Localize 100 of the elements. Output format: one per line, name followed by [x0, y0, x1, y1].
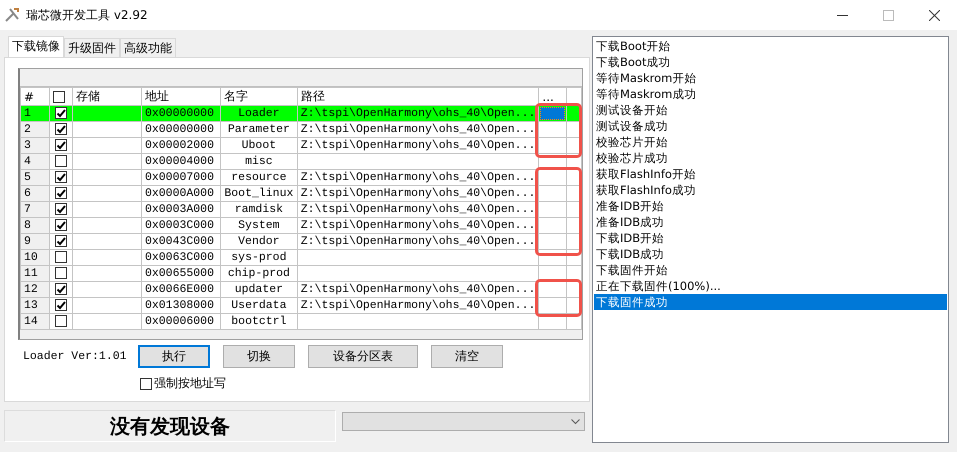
log-entry[interactable]: 准备IDB成功 — [594, 214, 947, 230]
tab[interactable]: 高级功能 — [120, 38, 176, 57]
name-cell: misc — [245, 155, 273, 168]
checkbox-label: 强制按地址写 — [154, 375, 226, 392]
row-number: 6 — [24, 187, 31, 200]
row-checkbox[interactable] — [55, 138, 68, 151]
row-checkbox[interactable] — [55, 314, 68, 327]
log-entry[interactable]: 下载固件开始 — [594, 262, 947, 278]
tools-icon — [4, 7, 20, 23]
row-number: 7 — [24, 203, 31, 216]
row-number: 12 — [24, 283, 38, 296]
row-number: 4 — [24, 155, 31, 168]
row-number: 1 — [24, 107, 31, 120]
name-cell: resource — [231, 171, 286, 184]
path-cell: Z:\tspi\OpenHarmony\ohs_40\Open... — [300, 171, 536, 184]
row-checkbox[interactable] — [55, 170, 68, 183]
column-header: ... — [542, 90, 554, 104]
address-cell: 0x0000A000 — [144, 187, 214, 200]
row-number: 10 — [24, 251, 38, 264]
name-cell: Uboot — [242, 139, 276, 152]
row-checkbox[interactable] — [55, 266, 68, 279]
name-cell: Userdata — [231, 299, 286, 312]
chevron-down-icon — [571, 418, 580, 424]
log-entry[interactable]: 测试设备成功 — [594, 118, 947, 134]
address-cell: 0x00007000 — [144, 171, 214, 184]
path-cell: Z:\tspi\OpenHarmony\ohs_40\Open... — [300, 123, 536, 136]
select-all-checkbox[interactable] — [53, 91, 66, 104]
action-button[interactable]: 设备分区表 — [308, 345, 418, 368]
action-button[interactable]: 执行 — [138, 345, 210, 368]
column-header: 名字 — [224, 89, 248, 103]
name-cell: sys-prod — [231, 251, 286, 264]
loader-version: Loader Ver:1.01 — [23, 350, 128, 363]
row-number: 13 — [24, 299, 38, 312]
log-entry[interactable]: 下载Boot成功 — [594, 54, 947, 70]
name-cell: Boot_linux — [224, 187, 294, 200]
row-number: 3 — [24, 139, 31, 152]
path-cell: Z:\tspi\OpenHarmony\ohs_40\Open... — [300, 187, 536, 200]
path-cell: Z:\tspi\OpenHarmony\ohs_40\Open... — [300, 107, 536, 120]
path-cell: Z:\tspi\OpenHarmony\ohs_40\Open... — [300, 203, 536, 216]
row-checkbox[interactable] — [55, 250, 68, 263]
row-checkbox[interactable] — [55, 218, 68, 231]
log-entry[interactable]: 等待Maskrom开始 — [594, 70, 947, 86]
row-checkbox[interactable] — [55, 234, 68, 247]
row-number: 11 — [24, 267, 38, 280]
log-entry[interactable]: 下载IDB开始 — [594, 230, 947, 246]
action-button[interactable]: 清空 — [431, 345, 503, 368]
log-entry[interactable]: 下载固件成功 — [594, 294, 947, 310]
action-button[interactable]: 切换 — [223, 345, 295, 368]
log-entry[interactable]: 校验芯片成功 — [594, 150, 947, 166]
path-cell: Z:\tspi\OpenHarmony\ohs_40\Open... — [300, 139, 536, 152]
column-header: 存储 — [76, 89, 100, 103]
log-entry[interactable]: 准备IDB开始 — [594, 198, 947, 214]
address-cell: 0x0063C000 — [144, 251, 214, 264]
row-checkbox[interactable] — [55, 282, 68, 295]
address-cell: 0x00655000 — [144, 267, 214, 280]
name-cell: updater — [234, 283, 284, 296]
path-cell: Z:\tspi\OpenHarmony\ohs_40\Open... — [300, 219, 536, 232]
row-checkbox[interactable] — [55, 122, 68, 135]
column-header: 地址 — [144, 89, 169, 103]
address-cell: 0x00006000 — [144, 315, 214, 328]
row-number: 8 — [24, 219, 31, 232]
address-cell: 0x0066E000 — [144, 283, 214, 296]
close-icon — [928, 10, 940, 20]
force-write-checkbox[interactable] — [140, 378, 152, 390]
name-cell: Parameter — [228, 123, 290, 136]
address-cell: 0x0003C000 — [144, 219, 214, 232]
tab[interactable]: 升级固件 — [64, 38, 120, 57]
address-cell: 0x00000000 — [144, 107, 214, 120]
address-cell: 0x00000000 — [144, 123, 214, 136]
log-entry[interactable]: 正在下载固件(100%)... — [594, 278, 947, 294]
focused-cell — [540, 107, 565, 120]
path-cell: Z:\tspi\OpenHarmony\ohs_40\Open... — [300, 283, 536, 296]
name-cell: bootctrl — [231, 315, 286, 328]
log-entry[interactable]: 下载IDB成功 — [594, 246, 947, 262]
window-title: 瑞芯微开发工具 v2.92 — [26, 6, 149, 24]
row-number: 9 — [24, 235, 31, 248]
row-checkbox[interactable] — [55, 298, 68, 311]
maximize-icon — [882, 10, 894, 20]
row-checkbox[interactable] — [55, 154, 68, 167]
address-cell: 0x00002000 — [144, 139, 214, 152]
tab[interactable]: 下载镜像 — [8, 36, 64, 57]
address-cell: 0x0003A000 — [144, 203, 214, 216]
log-entry[interactable]: 下载Boot开始 — [594, 38, 947, 54]
log-entry[interactable]: 等待Maskrom成功 — [594, 86, 947, 102]
name-cell: chip-prod — [228, 267, 290, 280]
device-status: 没有发现设备 — [4, 410, 336, 442]
log-entry[interactable]: 获取FlashInfo成功 — [594, 182, 947, 198]
address-cell: 0x00004000 — [144, 155, 214, 168]
path-cell: Z:\tspi\OpenHarmony\ohs_40\Open... — [300, 235, 536, 248]
log-entry[interactable]: 校验芯片开始 — [594, 134, 947, 150]
name-cell: Loader — [238, 107, 280, 120]
row-checkbox[interactable] — [55, 186, 68, 199]
row-checkbox[interactable] — [55, 202, 68, 215]
log-entry[interactable]: 获取FlashInfo开始 — [594, 166, 947, 182]
path-cell: Z:\tspi\OpenHarmony\ohs_40\Open... — [300, 299, 536, 312]
address-cell: 0x0043C000 — [144, 235, 214, 248]
row-number: 2 — [24, 123, 31, 136]
row-checkbox[interactable] — [55, 106, 68, 119]
column-header: # — [24, 90, 34, 104]
log-entry[interactable]: 测试设备开始 — [594, 102, 947, 118]
